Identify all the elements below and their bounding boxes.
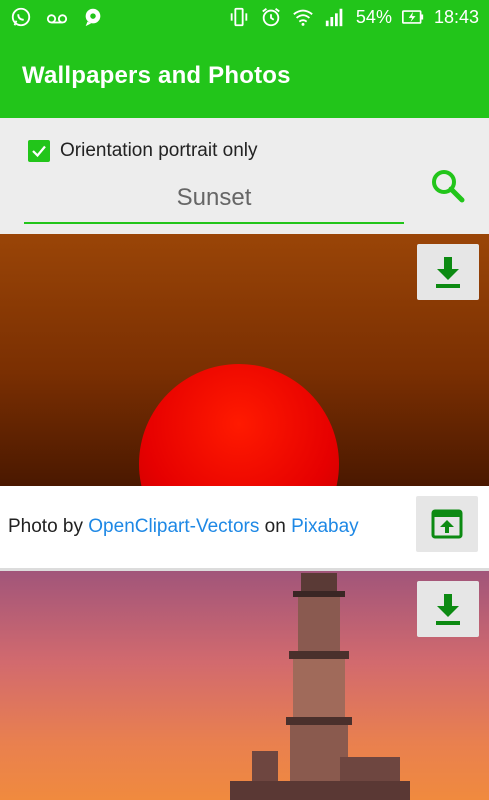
voicemail-icon <box>46 6 68 28</box>
sun-shape <box>139 364 339 486</box>
app-title: Wallpapers and Photos <box>22 62 291 89</box>
download-icon <box>436 594 460 625</box>
battery-percent: 54% <box>355 6 392 27</box>
search-button[interactable] <box>428 166 468 206</box>
signal-icon <box>324 6 346 28</box>
open-in-browser-button[interactable] <box>416 496 478 552</box>
result-image-sunset[interactable] <box>0 234 489 486</box>
download-icon <box>436 257 460 288</box>
whatsapp-icon <box>10 6 32 28</box>
search-input[interactable] <box>24 174 404 224</box>
clock: 18:43 <box>433 6 479 27</box>
search-icon <box>432 170 465 203</box>
source-link[interactable]: Pixabay <box>291 516 359 537</box>
orientation-checkbox[interactable] <box>28 140 50 162</box>
download-button[interactable] <box>417 581 479 637</box>
download-button[interactable] <box>417 244 479 300</box>
checkmark-icon <box>32 145 46 158</box>
orientation-checkbox-label: Orientation portrait only <box>60 140 258 161</box>
search-panel: Orientation portrait only <box>0 118 489 234</box>
orientation-checkbox-row[interactable]: Orientation portrait only <box>28 140 258 162</box>
result-image-lighthouse[interactable] <box>0 571 489 800</box>
app-bar: Wallpapers and Photos <box>0 36 489 118</box>
author-link[interactable]: OpenClipart-Vectors <box>88 516 259 537</box>
vibrate-icon <box>228 6 250 28</box>
credit-mid: on <box>264 516 286 537</box>
open-in-new-icon <box>431 509 463 539</box>
lighthouse-illustration <box>230 573 410 800</box>
credit-prefix: Photo by <box>8 516 83 537</box>
photo-credit: Photo by OpenClipart-Vectors on Pixabay <box>8 516 359 538</box>
wifi-icon <box>292 6 314 28</box>
status-bar: 54% 18:43 <box>0 0 489 36</box>
photo-credit-row: Photo by OpenClipart-Vectors on Pixabay <box>0 486 489 570</box>
alarm-icon <box>260 6 282 28</box>
chat-icon <box>82 6 104 28</box>
battery-charging-icon <box>401 6 424 28</box>
